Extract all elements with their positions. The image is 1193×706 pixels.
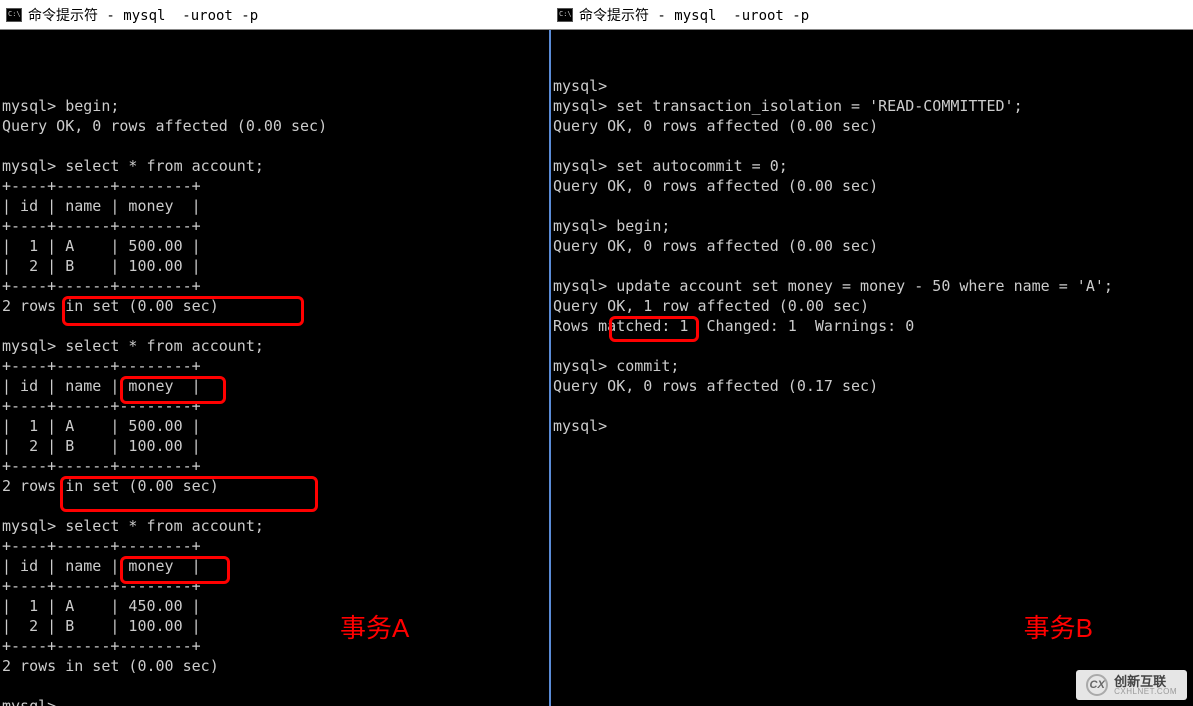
window-title-right: 命令提示符 - mysql -uroot -p: [579, 5, 809, 25]
watermark-brand: 创新互联: [1114, 675, 1177, 688]
watermark-text: 创新互联 CXHLNET.COM: [1114, 675, 1177, 696]
window-title-left: 命令提示符 - mysql -uroot -p: [28, 5, 258, 25]
annotation-right: 事务B: [1024, 618, 1093, 638]
panel-left: 命令提示符 - mysql -uroot -p mysql> begin; Qu…: [0, 0, 551, 706]
terminal-content-left: mysql> begin; Query OK, 0 rows affected …: [2, 76, 547, 706]
watermark-sub: CXHLNET.COM: [1114, 688, 1177, 696]
watermark: CX 创新互联 CXHLNET.COM: [1076, 670, 1187, 700]
terminal-content-right: mysql> mysql> set transaction_isolation …: [553, 76, 1191, 436]
panel-right: 命令提示符 - mysql -uroot -p mysql> mysql> se…: [551, 0, 1193, 706]
watermark-icon: CX: [1086, 674, 1108, 696]
titlebar-right[interactable]: 命令提示符 - mysql -uroot -p: [551, 0, 1193, 30]
cmd-icon: [557, 8, 573, 22]
titlebar-left[interactable]: 命令提示符 - mysql -uroot -p: [0, 0, 551, 30]
cmd-icon: [6, 8, 22, 22]
split-container: 命令提示符 - mysql -uroot -p mysql> begin; Qu…: [0, 0, 1193, 706]
terminal-right[interactable]: mysql> mysql> set transaction_isolation …: [551, 30, 1193, 706]
terminal-left[interactable]: mysql> begin; Query OK, 0 rows affected …: [0, 30, 551, 706]
